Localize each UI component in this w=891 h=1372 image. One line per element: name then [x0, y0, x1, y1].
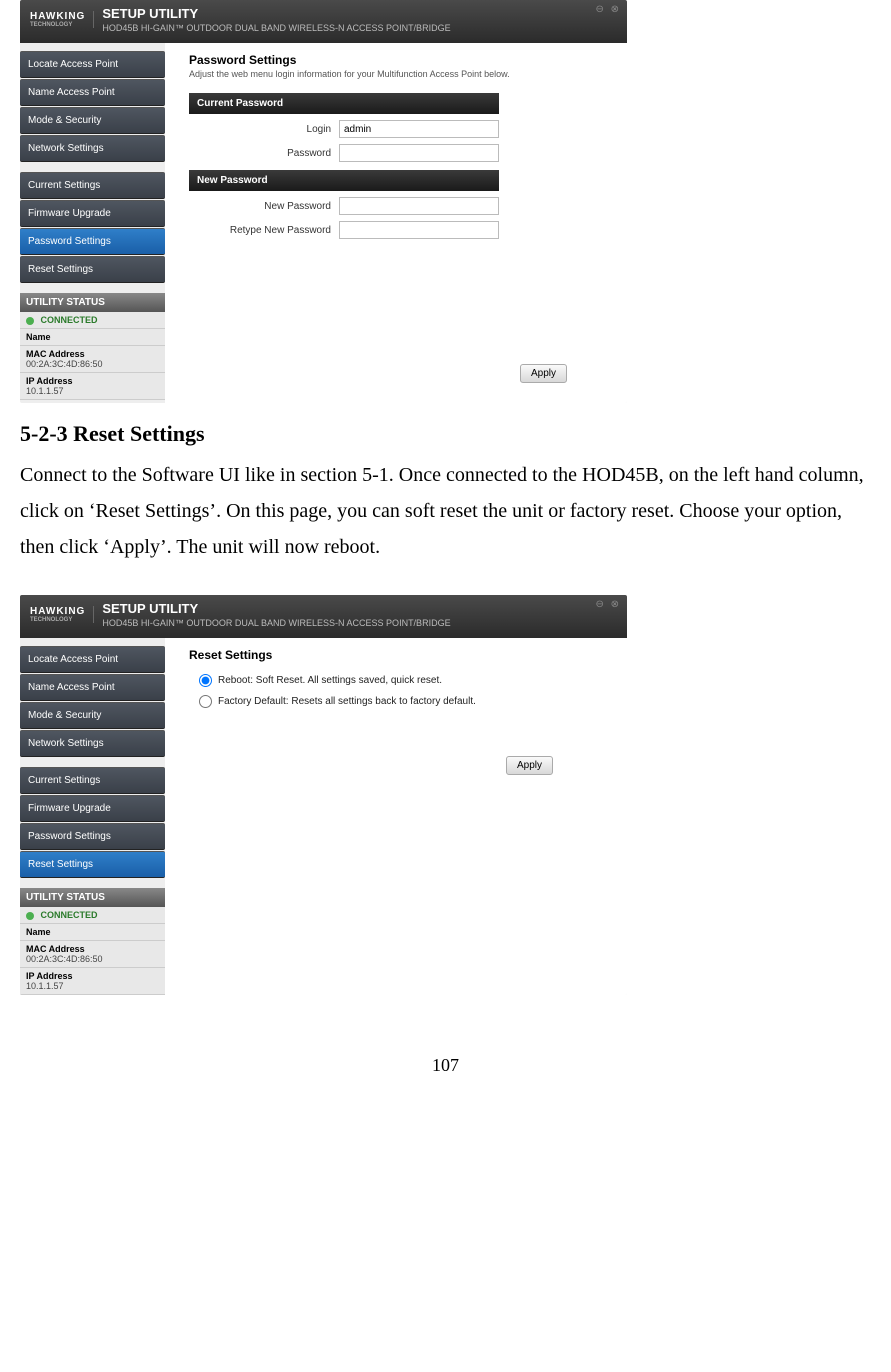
app-title: SETUP UTILITY [102, 601, 617, 616]
sidebar-item-name[interactable]: Name Access Point [20, 674, 165, 701]
section-heading: 5-2-3 Reset Settings [20, 421, 871, 447]
section-body: Connect to the Software UI like in secti… [20, 457, 871, 565]
app-title: SETUP UTILITY [102, 6, 617, 21]
titlebar: HAWKING TECHNOLOGY SETUP UTILITY HOD45B … [20, 595, 627, 638]
sidebar-item-firmware[interactable]: Firmware Upgrade [20, 200, 165, 227]
section-current-password: Current Password [189, 93, 499, 114]
retype-password-label: Retype New Password [189, 225, 339, 236]
sidebar-item-locate[interactable]: Locate Access Point [20, 51, 165, 78]
status-connected: CONNECTED [41, 910, 98, 920]
status-mac-row: MAC Address 00:2A:3C:4D:86:50 [20, 941, 165, 968]
status-ip-label: IP Address [26, 376, 159, 386]
titlebar: HAWKING TECHNOLOGY SETUP UTILITY HOD45B … [20, 0, 627, 43]
app-subtitle: HOD45B HI-GAIN™ OUTDOOR DUAL BAND WIRELE… [102, 618, 617, 628]
section-new-password: New Password [189, 170, 499, 191]
content-area: Reset Settings Reboot: Soft Reset. All s… [165, 638, 627, 995]
status-ip-value: 10.1.1.57 [26, 981, 159, 991]
brand-logo: HAWKING TECHNOLOGY [30, 606, 94, 623]
status-ip-row: IP Address 10.1.1.57 [20, 968, 165, 995]
sidebar-item-mode[interactable]: Mode & Security [20, 107, 165, 134]
status-ip-value: 10.1.1.57 [26, 386, 159, 396]
sidebar-item-name[interactable]: Name Access Point [20, 79, 165, 106]
status-mac-row: MAC Address 00:2A:3C:4D:86:50 [20, 346, 165, 373]
sidebar-item-password[interactable]: Password Settings [20, 228, 165, 255]
password-label: Password [189, 148, 339, 159]
status-connected: CONNECTED [41, 315, 98, 325]
factory-label: Factory Default: Resets all settings bac… [218, 696, 476, 707]
title-block: SETUP UTILITY HOD45B HI-GAIN™ OUTDOOR DU… [102, 601, 617, 628]
status-dot-icon [26, 317, 34, 325]
sidebar-item-password[interactable]: Password Settings [20, 823, 165, 850]
brand-sub: TECHNOLOGY [30, 22, 85, 28]
page-title: Password Settings [189, 53, 613, 67]
login-label: Login [189, 124, 339, 135]
login-input[interactable] [339, 120, 499, 138]
sidebar: Locate Access Point Name Access Point Mo… [20, 638, 165, 995]
reboot-radio[interactable] [199, 674, 212, 687]
status-panel: CONNECTED Name MAC Address 00:2A:3C:4D:8… [20, 907, 165, 995]
status-header: UTILITY STATUS [20, 888, 165, 907]
reboot-label: Reboot: Soft Reset. All settings saved, … [218, 675, 442, 686]
screenshot-reset-settings: HAWKING TECHNOLOGY SETUP UTILITY HOD45B … [20, 595, 627, 995]
status-dot-icon [26, 912, 34, 920]
screenshot-password-settings: HAWKING TECHNOLOGY SETUP UTILITY HOD45B … [20, 0, 627, 403]
status-ip-label: IP Address [26, 971, 159, 981]
status-name-row: Name [20, 329, 165, 346]
brand-text: HAWKING [30, 11, 85, 22]
sidebar-item-network[interactable]: Network Settings [20, 730, 165, 757]
factory-radio[interactable] [199, 695, 212, 708]
page-subtitle: Adjust the web menu login information fo… [189, 69, 613, 79]
brand-text: HAWKING [30, 606, 85, 617]
page-title: Reset Settings [189, 648, 613, 662]
status-mac-label: MAC Address [26, 349, 159, 359]
new-password-input[interactable] [339, 197, 499, 215]
apply-button[interactable]: Apply [506, 756, 553, 775]
content-area: Password Settings Adjust the web menu lo… [165, 43, 627, 403]
status-mac-value: 00:2A:3C:4D:86:50 [26, 954, 159, 964]
sidebar-item-reset[interactable]: Reset Settings [20, 851, 165, 878]
status-connection: CONNECTED [20, 907, 165, 924]
status-panel: CONNECTED Name MAC Address 00:2A:3C:4D:8… [20, 312, 165, 400]
reset-option-factory[interactable]: Factory Default: Resets all settings bac… [199, 695, 613, 708]
retype-password-input[interactable] [339, 221, 499, 239]
brand-sub: TECHNOLOGY [30, 617, 85, 623]
status-header: UTILITY STATUS [20, 293, 165, 312]
window-controls[interactable]: ⊖ ⊗ [595, 599, 621, 610]
status-name-row: Name [20, 924, 165, 941]
sidebar-item-current[interactable]: Current Settings [20, 767, 165, 794]
page-number: 107 [20, 1055, 871, 1076]
reset-option-reboot[interactable]: Reboot: Soft Reset. All settings saved, … [199, 674, 613, 687]
password-input[interactable] [339, 144, 499, 162]
sidebar-item-network[interactable]: Network Settings [20, 135, 165, 162]
status-mac-label: MAC Address [26, 944, 159, 954]
status-name-label: Name [26, 927, 51, 937]
title-block: SETUP UTILITY HOD45B HI-GAIN™ OUTDOOR DU… [102, 6, 617, 33]
new-password-label: New Password [189, 201, 339, 212]
sidebar-item-locate[interactable]: Locate Access Point [20, 646, 165, 673]
app-subtitle: HOD45B HI-GAIN™ OUTDOOR DUAL BAND WIRELE… [102, 23, 617, 33]
status-ip-row: IP Address 10.1.1.57 [20, 373, 165, 400]
window-controls[interactable]: ⊖ ⊗ [595, 4, 621, 15]
sidebar: Locate Access Point Name Access Point Mo… [20, 43, 165, 403]
sidebar-item-mode[interactable]: Mode & Security [20, 702, 165, 729]
status-name-label: Name [26, 332, 51, 342]
brand-logo: HAWKING TECHNOLOGY [30, 11, 94, 28]
status-mac-value: 00:2A:3C:4D:86:50 [26, 359, 159, 369]
sidebar-item-current[interactable]: Current Settings [20, 172, 165, 199]
status-connection: CONNECTED [20, 312, 165, 329]
apply-button[interactable]: Apply [520, 364, 567, 383]
sidebar-item-firmware[interactable]: Firmware Upgrade [20, 795, 165, 822]
sidebar-item-reset[interactable]: Reset Settings [20, 256, 165, 283]
